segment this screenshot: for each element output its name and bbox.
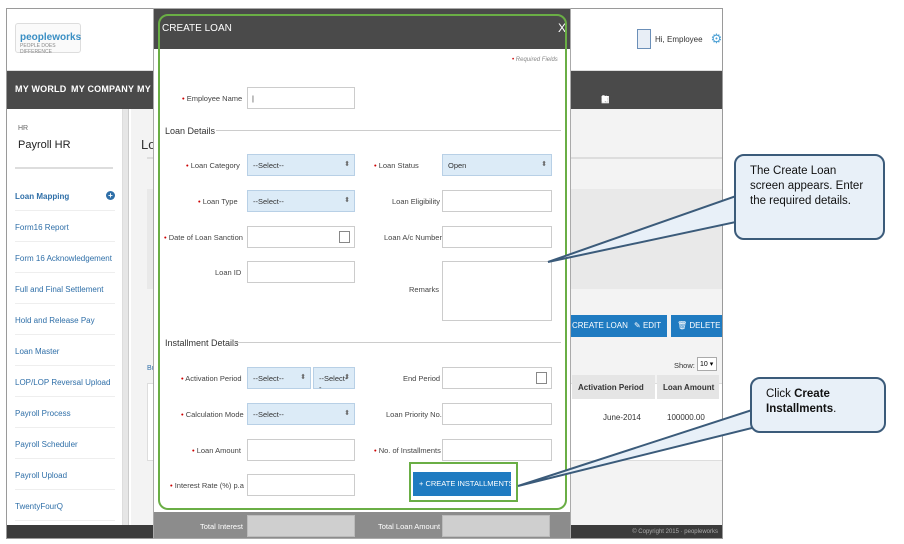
- callout-create-loan: The Create Loan screen appears. Enter th…: [734, 154, 885, 240]
- callout-pointer-1: [547, 194, 737, 263]
- callout-pointer-2: [517, 408, 753, 487]
- callout-suffix: .: [833, 403, 837, 415]
- callout-create-installments: Click Create Installments.: [750, 377, 886, 433]
- callout-pointers: [517, 194, 753, 487]
- callout-text: Click: [766, 388, 795, 400]
